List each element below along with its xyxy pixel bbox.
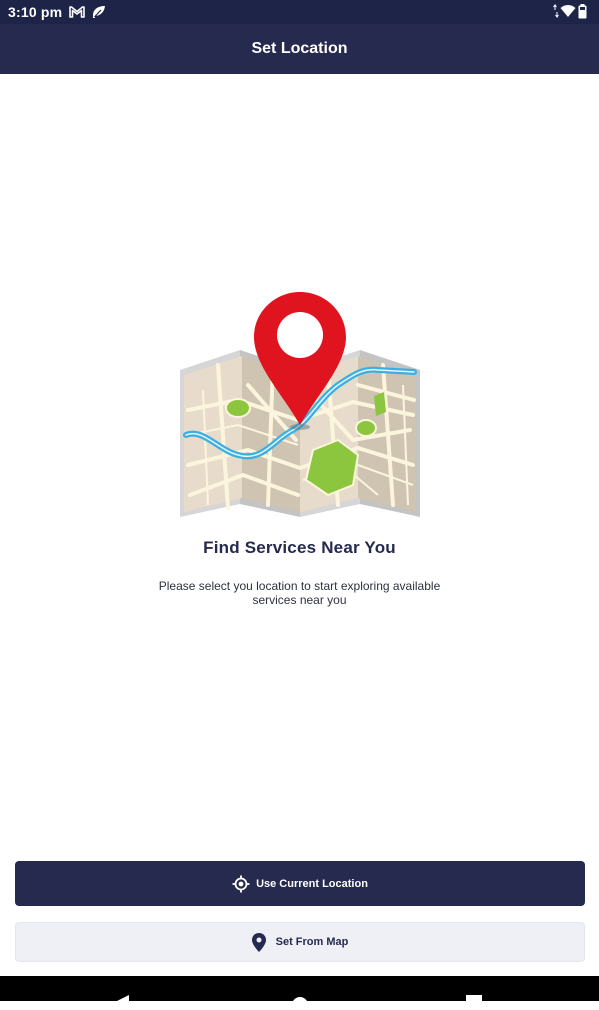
use-current-location-button[interactable]: Use Current Location	[15, 861, 585, 906]
section-heading: Find Services Near You	[203, 538, 396, 557]
crosshair-icon	[232, 875, 250, 893]
status-bar: 3:10 pm	[0, 0, 599, 24]
wifi-icon	[560, 4, 576, 23]
app-bar: Set Location	[0, 24, 599, 74]
use-current-location-label: Use Current Location	[256, 877, 368, 890]
map-pin-icon	[251, 932, 266, 952]
status-icons	[553, 3, 593, 23]
set-from-map-button[interactable]: Set From Map	[15, 922, 585, 962]
set-from-map-label: Set From Map	[275, 936, 349, 948]
page-title: Set Location	[251, 40, 348, 57]
gmail-icon	[69, 5, 85, 19]
map-illustration	[178, 290, 422, 522]
back-icon[interactable]	[113, 992, 131, 1010]
status-time: 3:10 pm	[8, 4, 63, 20]
recents-icon[interactable]	[466, 992, 482, 1010]
section-description: Please select you location to start expl…	[158, 579, 441, 607]
system-nav-bar	[0, 976, 599, 1005]
battery-icon	[578, 4, 587, 24]
home-icon[interactable]	[292, 992, 308, 1010]
data-arrows-icon	[553, 3, 559, 23]
leaf-icon	[91, 5, 107, 19]
